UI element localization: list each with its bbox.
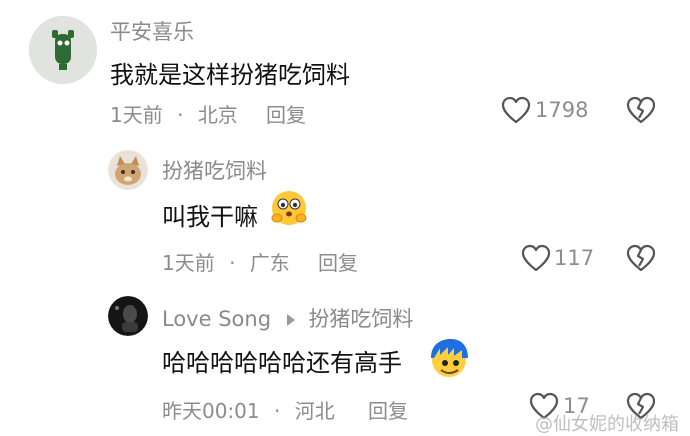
like-button[interactable] bbox=[501, 96, 531, 124]
comment-meta: 1天前 · 北京 bbox=[110, 99, 238, 128]
comment-meta: 1天前 · 广东 bbox=[162, 247, 290, 276]
comment-location: 广东 bbox=[249, 251, 290, 275]
heart-outline-icon bbox=[521, 244, 551, 272]
blue-hair-face-emoji-icon bbox=[426, 336, 472, 380]
comment-text: 哈哈哈哈哈哈还有高手 bbox=[162, 349, 402, 377]
reply-button[interactable]: 回复 bbox=[266, 99, 306, 128]
reply-to-username[interactable]: 扮猪吃饲料 bbox=[308, 307, 413, 331]
comment-username[interactable]: 扮猪吃饲料 bbox=[162, 155, 267, 185]
comment-meta: 昨天00:01 · 河北 bbox=[162, 395, 335, 424]
broken-heart-icon bbox=[626, 96, 656, 124]
triangle-right-icon bbox=[286, 313, 296, 327]
avatar[interactable] bbox=[29, 16, 97, 84]
reply-button[interactable]: 回复 bbox=[318, 247, 358, 276]
meta-separator: · bbox=[229, 251, 236, 275]
comment-time: 1天前 bbox=[110, 103, 163, 127]
avatar[interactable] bbox=[108, 296, 148, 336]
watermark: @仙女妮的收纳箱 bbox=[535, 414, 679, 435]
comment-time: 昨天00:01 bbox=[162, 399, 260, 423]
reply-header: Love Song 扮猪吃饲料 bbox=[162, 303, 413, 333]
comment-text: 叫我干嘛 bbox=[162, 203, 258, 231]
comment-time: 1天前 bbox=[162, 251, 215, 275]
avatar[interactable] bbox=[108, 150, 148, 190]
shy-face-emoji-icon bbox=[267, 188, 311, 228]
comment-location: 北京 bbox=[197, 103, 238, 127]
heart-outline-icon bbox=[501, 96, 531, 124]
meta-separator: · bbox=[274, 399, 281, 423]
broken-heart-icon bbox=[626, 244, 656, 272]
like-button[interactable] bbox=[521, 244, 551, 272]
like-count: 117 bbox=[554, 246, 595, 270]
comment-username[interactable]: Love Song bbox=[162, 307, 271, 331]
comment-location: 河北 bbox=[294, 399, 335, 423]
like-count: 1798 bbox=[535, 98, 589, 122]
reply-button[interactable]: 回复 bbox=[368, 395, 408, 424]
comment-text: 我就是这样扮猪吃饲料 bbox=[110, 61, 350, 89]
meta-separator: · bbox=[177, 103, 184, 127]
comment-username[interactable]: 平安喜乐 bbox=[110, 16, 194, 46]
dislike-button[interactable] bbox=[626, 96, 656, 124]
dislike-button[interactable] bbox=[626, 244, 656, 272]
